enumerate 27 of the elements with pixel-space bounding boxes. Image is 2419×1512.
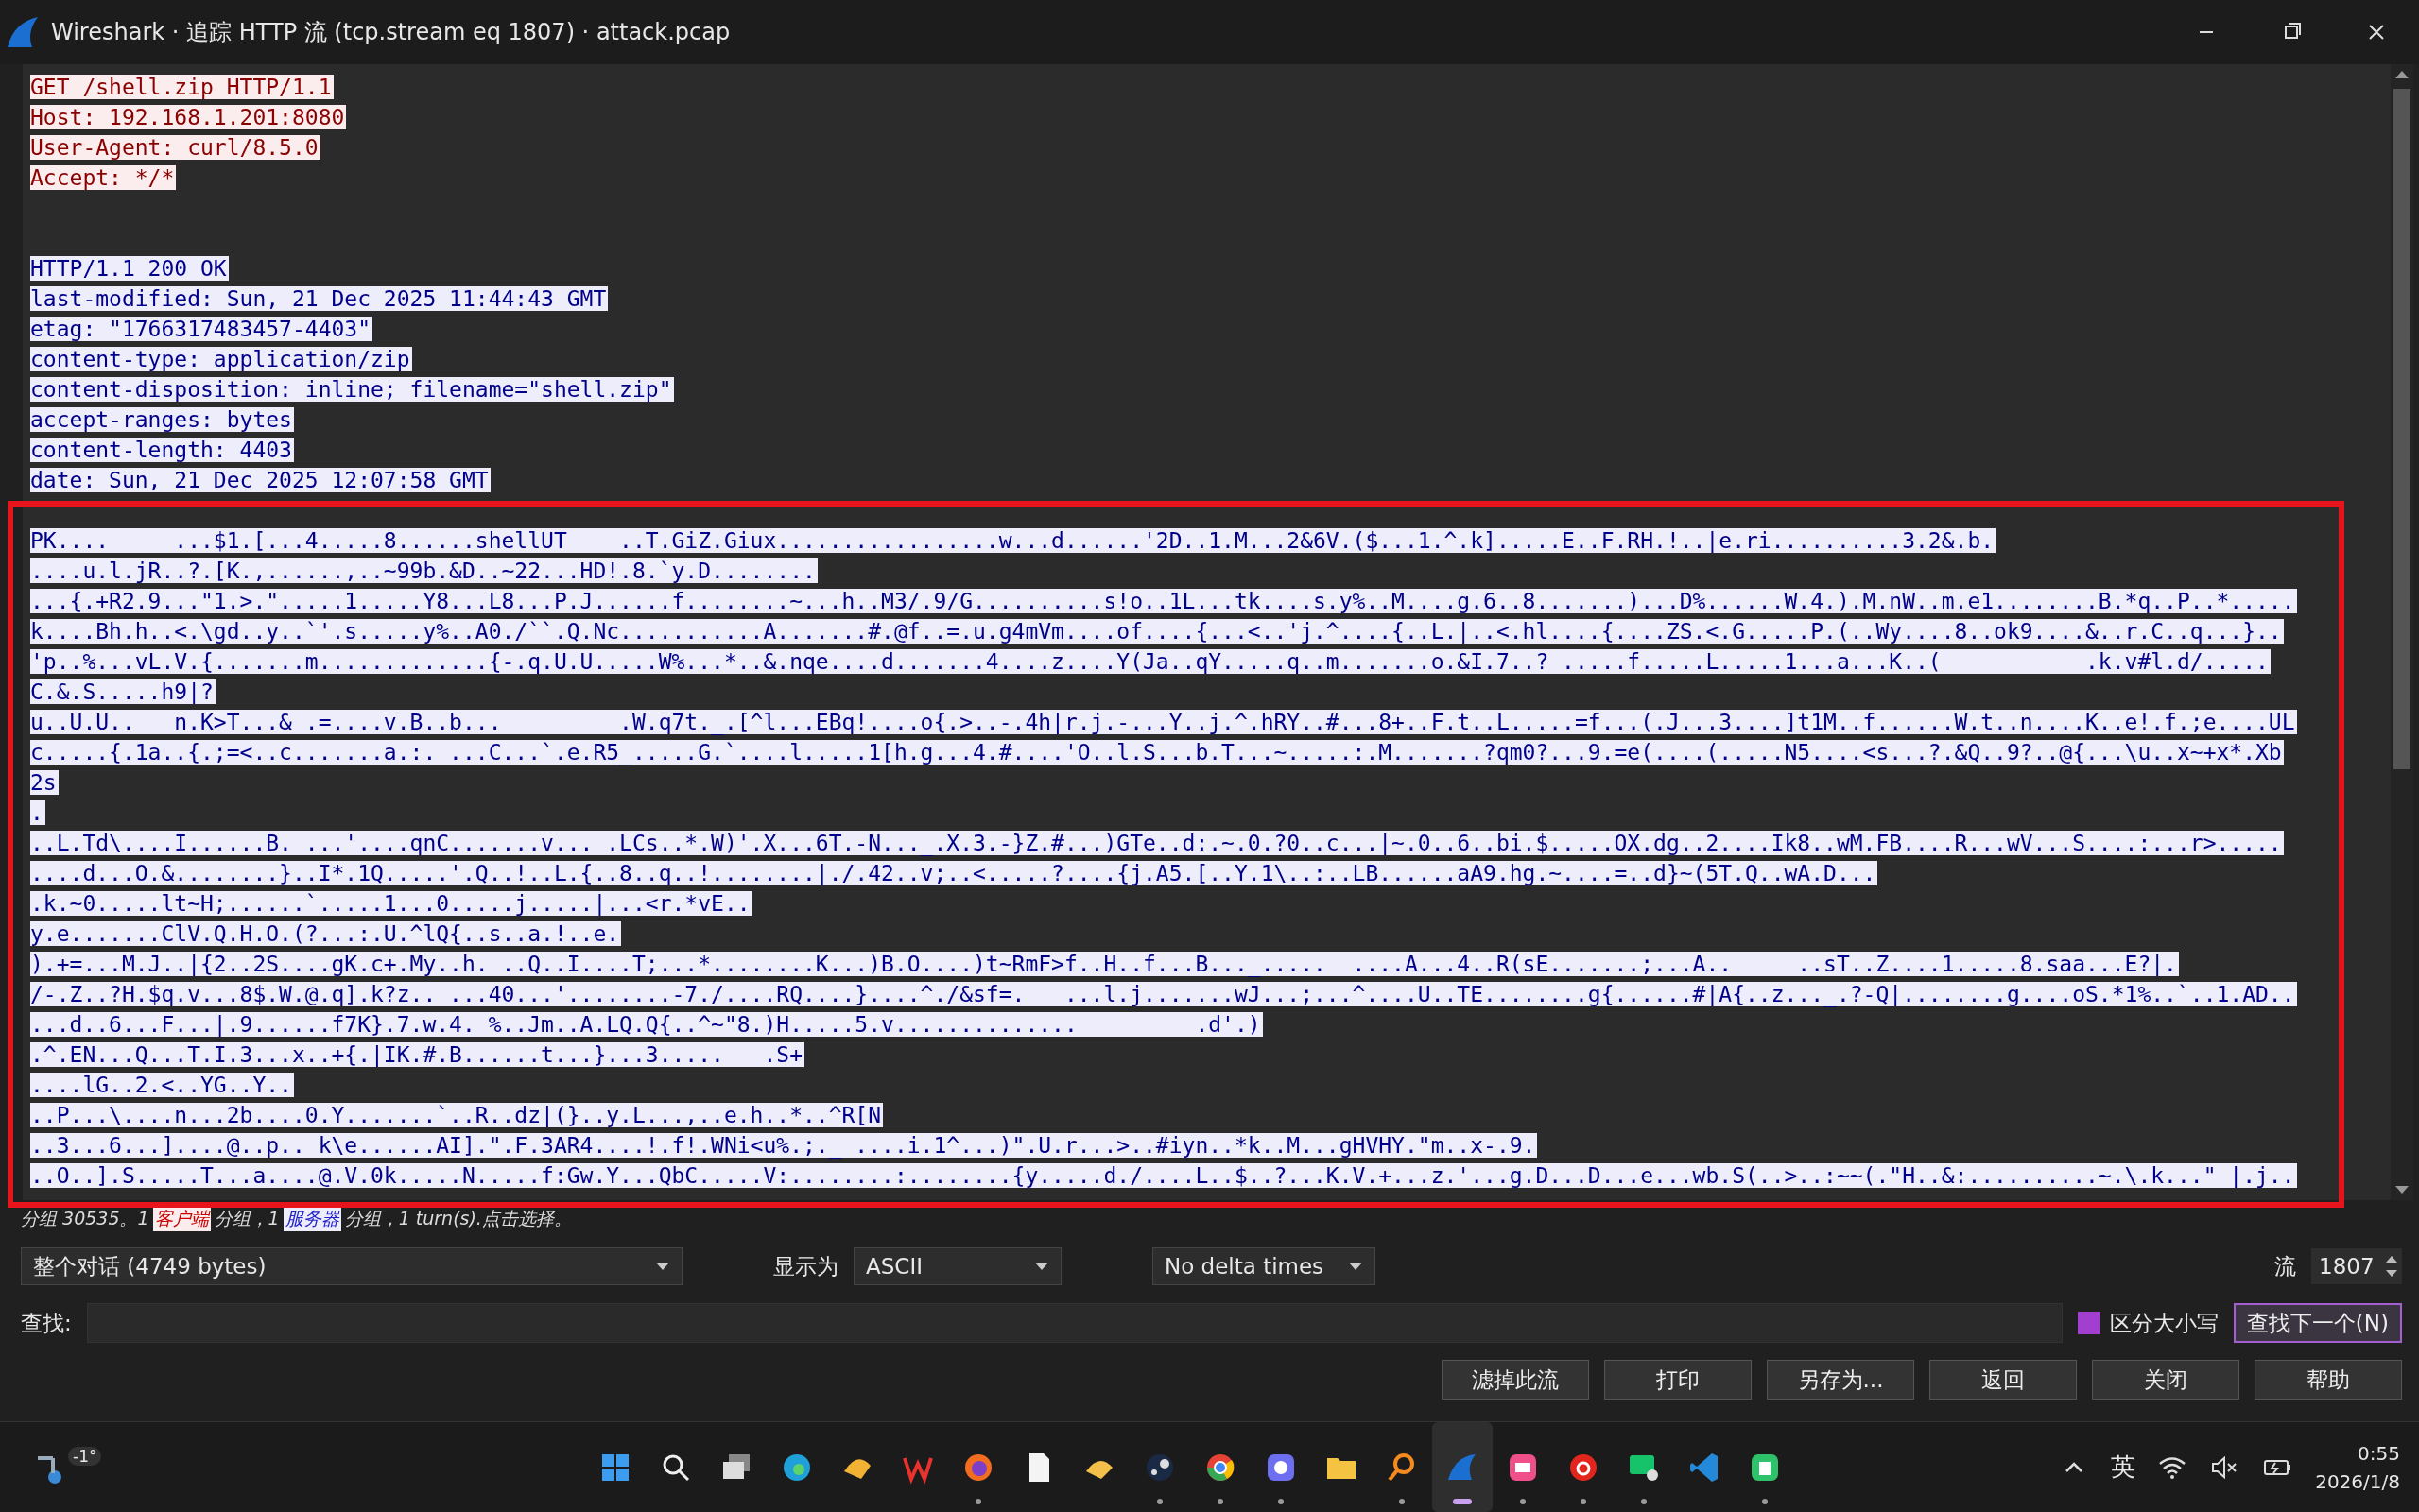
- caret-icon: [1034, 1262, 1049, 1271]
- find-next-button[interactable]: 查找下一个(N): [2233, 1303, 2402, 1343]
- dialog-button[interactable]: 滤掉此流: [1442, 1360, 1589, 1400]
- temperature: -1°: [68, 1446, 102, 1466]
- delta-dropdown[interactable]: No delta times: [1152, 1247, 1375, 1285]
- stream-spinbox[interactable]: 1807: [2311, 1248, 2402, 1284]
- dialog-button[interactable]: 打印: [1604, 1360, 1752, 1400]
- clock-date: 2026/1/8: [2315, 1469, 2400, 1495]
- caret-icon: [655, 1262, 670, 1271]
- checkbox[interactable]: [2077, 1312, 2100, 1334]
- dialog-button[interactable]: 帮助: [2255, 1360, 2402, 1400]
- encoding-dropdown[interactable]: ASCII: [854, 1247, 1062, 1285]
- scrollbar-thumb[interactable]: [2393, 89, 2410, 769]
- status-text: 分组 30535。1 客户端 分组，1 服务器 分组，1 turn(s).点击选择。: [0, 1200, 2419, 1238]
- fin-icon: [6, 15, 40, 49]
- clock-time: 0:55: [2358, 1440, 2400, 1467]
- dialog-button[interactable]: 另存为...: [1767, 1360, 1914, 1400]
- window-title: Wireshark · 追踪 HTTP 流 (tcp.stream eq 1807) · attack.pcap: [51, 18, 731, 47]
- caret-icon: [1348, 1262, 1363, 1271]
- find-label: 查找:: [21, 1309, 72, 1337]
- show-as-label: 显示为: [773, 1252, 838, 1280]
- case-sensitive-label: 区分大小写: [2109, 1309, 2219, 1337]
- stream-label: 流: [2274, 1252, 2296, 1280]
- input-method[interactable]: 英: [2111, 1451, 2136, 1484]
- dialog-button[interactable]: 返回: [1929, 1360, 2077, 1400]
- dialog-button[interactable]: 关闭: [2092, 1360, 2239, 1400]
- conversation-dropdown[interactable]: 整个对话 (4749 bytes): [21, 1247, 683, 1285]
